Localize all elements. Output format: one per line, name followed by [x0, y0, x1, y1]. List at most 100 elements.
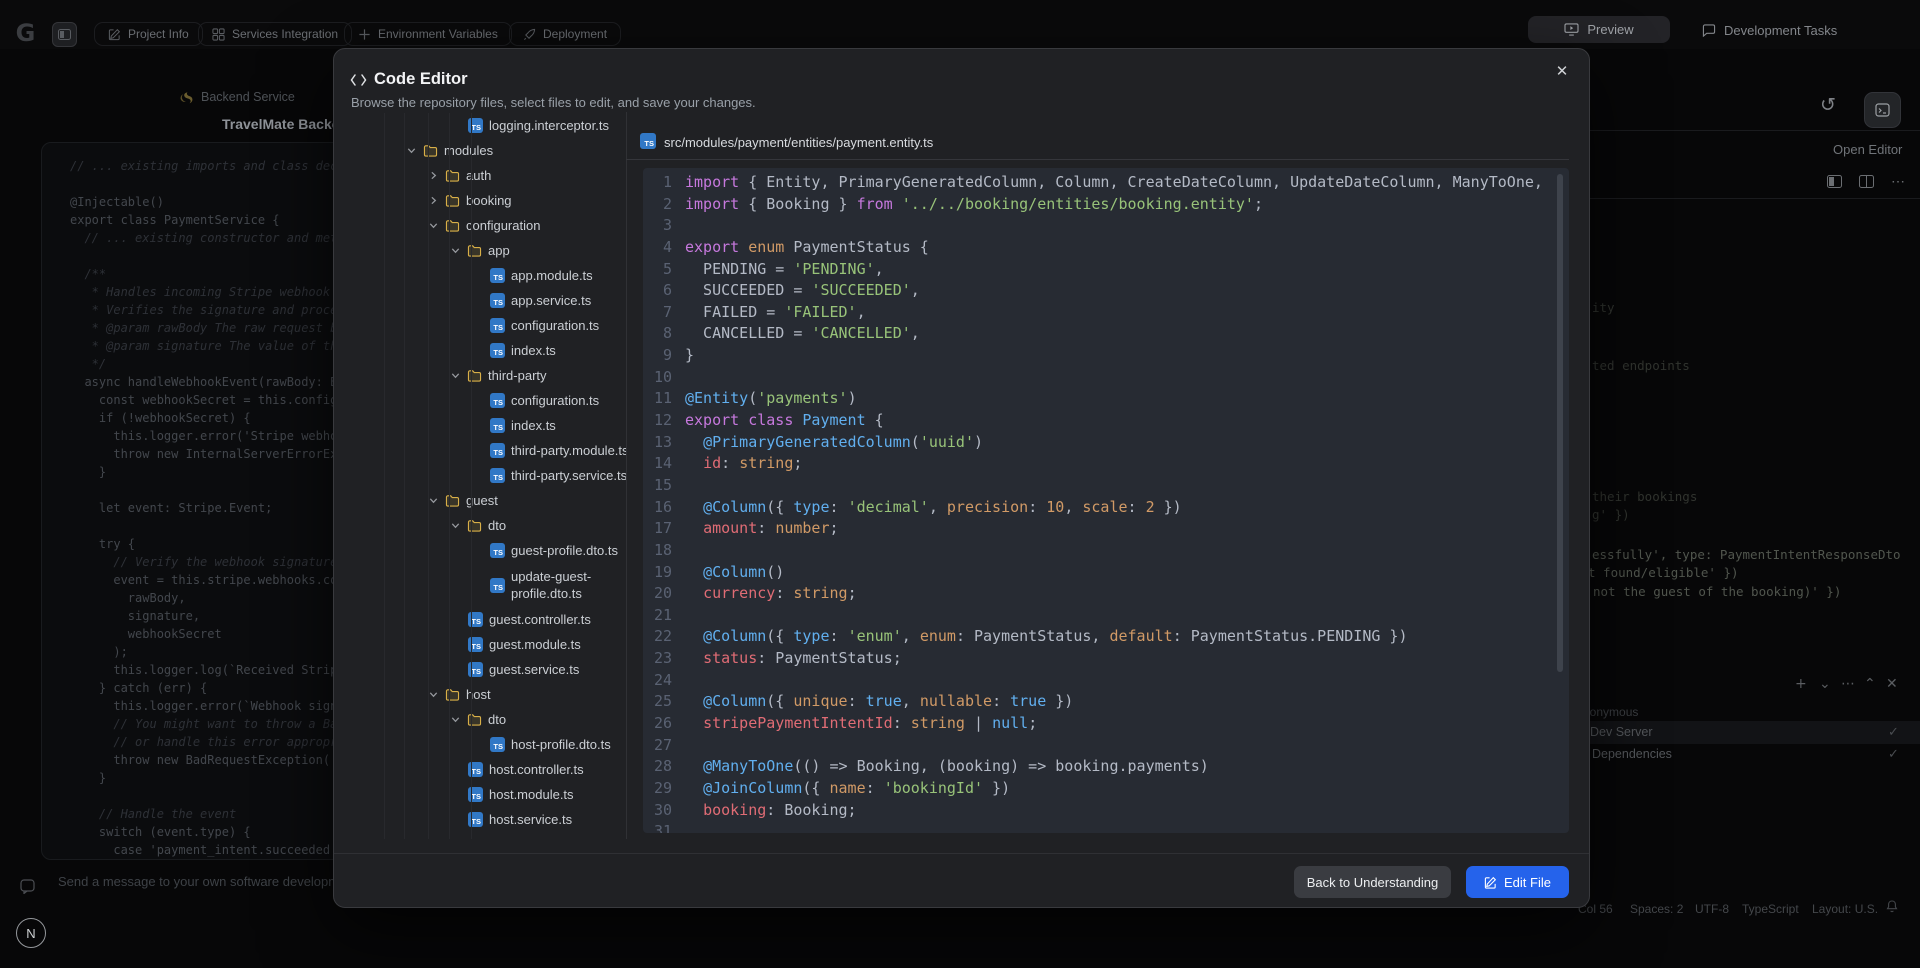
chat-input[interactable]: Send a message to your own software deve…	[58, 874, 339, 889]
development-tasks-button[interactable]: Development Tasks	[1702, 18, 1837, 42]
tree-item-guest.service.ts[interactable]: TSguest.service.ts	[334, 657, 626, 682]
ts-file-icon: TS	[490, 268, 505, 283]
code-line: 29 @JoinColumn({ name: 'bookingId' })	[643, 778, 1569, 800]
code-fragment: t found/eligible' })	[1588, 565, 1739, 580]
tree-item-label: dto	[488, 518, 506, 533]
divider	[334, 853, 1589, 854]
folder-icon	[445, 494, 460, 507]
grid-icon	[212, 28, 225, 41]
file-tree[interactable]: TSlogging.interceptor.tsmodulesauthbooki…	[334, 113, 626, 839]
tree-item-guest.controller.ts[interactable]: TSguest.controller.ts	[334, 607, 626, 632]
panel-left-icon	[1827, 175, 1842, 188]
edit-file-button[interactable]: Edit File	[1466, 866, 1569, 898]
app-logo[interactable]: G	[12, 20, 39, 47]
code-viewer[interactable]: 1import { Entity, PrimaryGeneratedColumn…	[643, 168, 1569, 833]
task-dev-server[interactable]: Dev Server	[1590, 725, 1653, 739]
divider	[1565, 130, 1920, 131]
nav-environment-variables[interactable]: Environment Variables	[344, 22, 512, 46]
folder-icon	[423, 144, 438, 157]
tree-item-booking[interactable]: booking	[334, 188, 626, 213]
tree-item-label: guest.controller.ts	[489, 612, 591, 627]
terminal-close-icon[interactable]: ✕	[1886, 676, 1898, 692]
tree-item-label: app.module.ts	[511, 268, 593, 283]
tree-item-configuration[interactable]: configuration	[334, 213, 626, 238]
folder-icon	[445, 169, 460, 182]
task-dependencies[interactable]: Dependencies	[1592, 747, 1672, 761]
tree-item-host.service.ts[interactable]: TShost.service.ts	[334, 807, 626, 832]
tree-item-guest-profile.dto.ts[interactable]: TSguest-profile.dto.ts	[334, 538, 626, 563]
tree-item-host-profile.dto.ts[interactable]: TShost-profile.dto.ts	[334, 732, 626, 757]
ts-file-icon: TS	[490, 543, 505, 558]
open-editor-label: Open Editor	[1833, 142, 1902, 157]
divider	[626, 112, 627, 839]
divider	[626, 159, 1569, 160]
chevron-down-icon	[450, 245, 461, 256]
tree-item-configuration.ts[interactable]: TS configuration.ts	[334, 388, 626, 413]
file-path: src/modules/payment/entities/payment.ent…	[664, 135, 933, 150]
scrollbar[interactable]	[1557, 174, 1563, 672]
chevron-right-icon	[428, 170, 439, 181]
close-icon[interactable]: ✕	[1550, 59, 1574, 83]
tree-item-configuration.ts[interactable]: TSconfiguration.ts	[334, 313, 626, 338]
folder-icon	[445, 688, 460, 701]
tree-item-index.ts[interactable]: TSindex.ts	[334, 413, 626, 438]
tree-item-third-party.service.ts[interactable]: TSthird-party.service.ts	[334, 463, 626, 488]
chevron-down-icon[interactable]: ⌄	[1819, 676, 1831, 692]
nav-project-info[interactable]: Project Info	[94, 22, 203, 46]
sidebar-toggle-button[interactable]	[52, 22, 77, 47]
code-line: 25 @Column({ unique: true, nullable: tru…	[643, 691, 1569, 713]
refresh-icon[interactable]: ↺	[1820, 94, 1836, 116]
ts-file-icon: TS	[490, 318, 505, 333]
more-options-icon: ⋯	[1891, 173, 1906, 190]
tree-item-label: configuration	[466, 218, 540, 233]
tree-item-third-party[interactable]: third-party	[334, 363, 626, 388]
code-line: 15	[643, 475, 1569, 497]
tree-item-modules[interactable]: modules	[334, 138, 626, 163]
tree-item-host.module.ts[interactable]: TShost.module.ts	[334, 782, 626, 807]
folder-icon	[467, 713, 482, 726]
avatar[interactable]: N	[16, 918, 46, 948]
terminal-add-icon[interactable]: +	[1795, 676, 1807, 692]
preview-button[interactable]: Preview	[1528, 16, 1670, 43]
panel-layout-controls[interactable]: ⋯	[1827, 173, 1906, 190]
tree-item-logging.interceptor.ts[interactable]: TSlogging.interceptor.ts	[334, 113, 626, 138]
nav-deployment[interactable]: Deployment	[509, 22, 621, 46]
tree-item-label: configuration.ts	[511, 393, 599, 408]
code-line: 13 @PrimaryGeneratedColumn('uuid')	[643, 432, 1569, 454]
code-editor-dialog: Code Editor Browse the repository files,…	[333, 48, 1590, 908]
tree-item-dto[interactable]: dto	[334, 707, 626, 732]
nav-services-integration[interactable]: Services Integration	[198, 22, 352, 46]
code-line: 22 @Column({ type: 'enum', enum: Payment…	[643, 626, 1569, 648]
code-line: 19 @Column()	[643, 562, 1569, 584]
tree-item-dto[interactable]: dto	[334, 513, 626, 538]
tree-item-third-party.module.ts[interactable]: TSthird-party.module.ts	[334, 438, 626, 463]
check-icon: ✓	[1888, 746, 1899, 762]
code-fragment: their bookings	[1592, 489, 1697, 504]
terminal-more-icon[interactable]: ⋯	[1841, 676, 1855, 692]
panel-split-icon	[1859, 175, 1874, 188]
bell-icon[interactable]	[1886, 900, 1898, 913]
code-line: 30 booking: Booking;	[643, 800, 1569, 822]
tree-item-index.ts[interactable]: TSindex.ts	[334, 338, 626, 363]
tree-item-app[interactable]: app	[334, 238, 626, 263]
code-fragment: not the guest of the booking)' })	[1593, 584, 1841, 599]
tree-item-auth[interactable]: auth	[334, 163, 626, 188]
code-line: 3	[643, 215, 1569, 237]
open-editor-toggle-button[interactable]	[1864, 92, 1901, 128]
tree-item-host.controller.ts[interactable]: TShost.controller.ts	[334, 757, 626, 782]
tree-item-app.module.ts[interactable]: TS app.module.ts	[334, 263, 626, 288]
back-to-understanding-button[interactable]: Back to Understanding	[1294, 866, 1451, 898]
tree-item-label: host.controller.ts	[489, 762, 584, 777]
tree-item-app.service.ts[interactable]: TSapp.service.ts	[334, 288, 626, 313]
tree-item-host[interactable]: host	[334, 682, 626, 707]
tree-item-guest.module.ts[interactable]: TSguest.module.ts	[334, 632, 626, 657]
tree-item-update-guest-profile.dto.ts[interactable]: TSupdate-guest-profile.dto.ts	[334, 563, 626, 607]
pencil-square-icon	[1484, 876, 1497, 889]
plus-icon	[358, 28, 371, 41]
chevron-up-icon[interactable]: ⌃	[1864, 676, 1876, 692]
chevron-down-icon	[450, 370, 461, 381]
ts-file-icon: TS	[490, 393, 505, 408]
code-line: 1import { Entity, PrimaryGeneratedColumn…	[643, 172, 1569, 194]
code-fragment: ted endpoints	[1592, 358, 1690, 373]
tree-item-guest[interactable]: guest	[334, 488, 626, 513]
